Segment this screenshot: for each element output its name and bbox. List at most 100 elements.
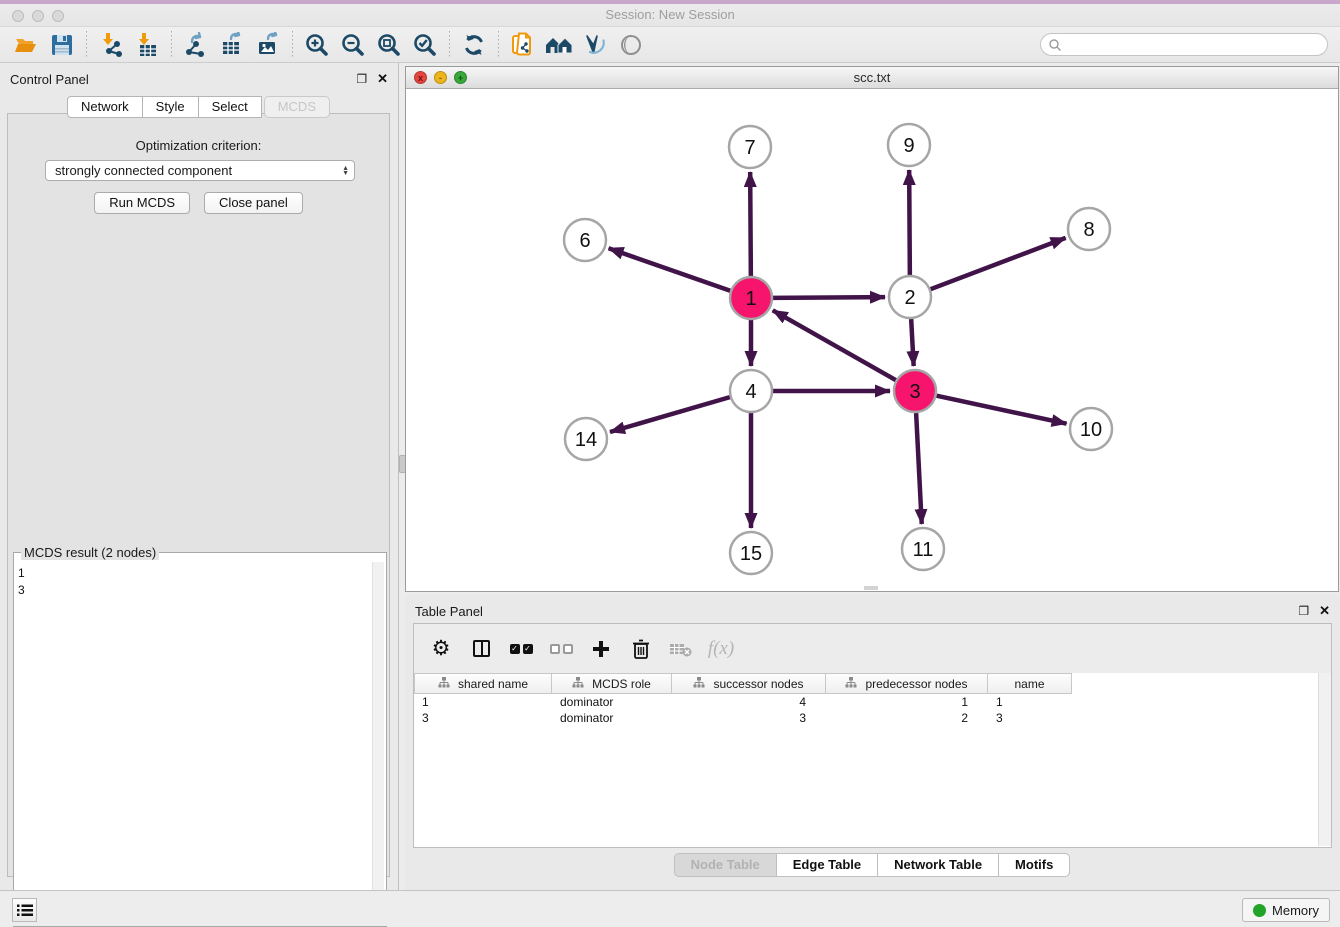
search-field[interactable] [1040, 33, 1328, 56]
show-columns-button[interactable] [468, 636, 494, 662]
table-cell[interactable]: 1 [988, 694, 1072, 710]
zoom-selected-button[interactable] [407, 29, 443, 61]
column-header-predecessor-nodes[interactable]: predecessor nodes [826, 673, 988, 694]
close-table-panel-icon[interactable]: ✕ [1319, 603, 1330, 619]
table-row[interactable]: 1dominator411 [414, 694, 1317, 710]
vizmapper-button[interactable] [577, 29, 613, 61]
table-scrollbar[interactable] [1318, 673, 1331, 846]
graph-node-7[interactable]: 7 [729, 126, 771, 168]
column-header-mcds-role[interactable]: MCDS role [552, 673, 672, 694]
network-frame-titlebar[interactable]: x - + scc.txt [406, 67, 1338, 89]
zoom-fit-button[interactable] [371, 29, 407, 61]
table-row[interactable]: 3dominator323 [414, 710, 1317, 726]
tab-edge-table[interactable]: Edge Table [776, 853, 878, 877]
network-canvas[interactable]: 1 2 3 4 6 7 8 9 10 11 14 15 [406, 89, 1338, 591]
graph-node-11[interactable]: 11 [902, 528, 944, 570]
vizmapper-icon [582, 32, 608, 58]
titlebar-accent-strip [0, 0, 1340, 4]
graph-edge-3-10[interactable] [937, 396, 1067, 424]
export-network-button[interactable] [178, 29, 214, 61]
table-options-button[interactable]: ⚙ [428, 636, 454, 662]
close-panel-icon[interactable]: ✕ [377, 71, 388, 87]
import-network-button[interactable] [93, 29, 129, 61]
delete-columns-button[interactable] [628, 636, 654, 662]
show-hide-panel-button[interactable] [613, 29, 649, 61]
graph-edge-2-9[interactable] [909, 170, 910, 275]
column-header-successor-nodes[interactable]: successor nodes [672, 673, 826, 694]
graph-edge-3-11[interactable] [916, 413, 922, 524]
graph-node-3[interactable]: 3 [894, 370, 936, 412]
memory-button[interactable]: Memory [1242, 898, 1330, 922]
mcds-result-area[interactable]: 1 3 [13, 552, 387, 927]
export-table-button[interactable] [214, 29, 250, 61]
tab-network[interactable]: Network [67, 96, 143, 118]
hierarchy-icon [693, 677, 705, 691]
column-header-name[interactable]: name [988, 673, 1072, 694]
graph-node-15[interactable]: 15 [730, 532, 772, 574]
tab-node-table[interactable]: Node Table [674, 853, 777, 877]
column-header-label: predecessor nodes [865, 677, 967, 691]
tab-network-table[interactable]: Network Table [877, 853, 999, 877]
column-header-label: shared name [458, 677, 528, 691]
table-cell[interactable]: 1 [826, 694, 988, 710]
tab-motifs[interactable]: Motifs [998, 853, 1070, 877]
export-image-button[interactable] [250, 29, 286, 61]
tab-mcds[interactable]: MCDS [264, 96, 330, 118]
toolbar-separator [449, 31, 450, 59]
graph-node-10[interactable]: 10 [1070, 408, 1112, 450]
graph-edge-3-1[interactable] [773, 310, 896, 380]
graph-edge-1-7[interactable] [750, 172, 751, 276]
table-cell[interactable]: 2 [826, 710, 988, 726]
graph-node-2[interactable]: 2 [889, 276, 931, 318]
search-input[interactable] [1062, 37, 1327, 52]
select-all-button[interactable]: ✓ ✓ [508, 636, 534, 662]
save-session-button[interactable] [44, 29, 80, 61]
graph-node-1[interactable]: 1 [730, 277, 772, 319]
svg-text:8: 8 [1083, 219, 1094, 241]
graph-edge-4-14[interactable] [610, 397, 730, 432]
criterion-dropdown[interactable]: strongly connected component ▲▼ [45, 160, 355, 181]
table-cell[interactable]: 3 [672, 710, 826, 726]
open-session-button[interactable] [8, 29, 44, 61]
table-cell[interactable]: 3 [988, 710, 1072, 726]
task-history-button[interactable] [12, 898, 37, 922]
graph-edge-2-3[interactable] [911, 319, 914, 366]
tab-select[interactable]: Select [198, 96, 262, 118]
close-panel-button[interactable]: Close panel [204, 192, 303, 214]
column-header-shared-name[interactable]: shared name [414, 673, 552, 694]
canvas-resize-grip[interactable] [864, 586, 878, 590]
graph-edge-1-6[interactable] [609, 248, 731, 290]
control-panel-tabs: NetworkStyleSelectMCDS [0, 96, 398, 118]
create-column-button[interactable] [588, 636, 614, 662]
column-header-label: MCDS role [592, 677, 651, 691]
table-cell[interactable]: 3 [414, 710, 552, 726]
table-cell[interactable]: dominator [552, 710, 672, 726]
graph-edge-2-8[interactable] [931, 238, 1066, 289]
result-scrollbar[interactable] [372, 562, 384, 924]
clone-network-button[interactable] [505, 29, 541, 61]
clone-network-icon [510, 32, 536, 58]
zoom-out-icon [340, 32, 366, 58]
unchecked-box-icon [563, 644, 573, 654]
open-browser-button[interactable] [541, 29, 577, 61]
zoom-out-button[interactable] [335, 29, 371, 61]
graph-edge-1-2[interactable] [773, 297, 885, 298]
zoom-in-button[interactable] [299, 29, 335, 61]
refresh-layout-button[interactable] [456, 29, 492, 61]
float-table-panel-icon[interactable]: ❐ [1298, 604, 1309, 618]
graph-node-6[interactable]: 6 [564, 219, 606, 261]
graph-node-14[interactable]: 14 [565, 418, 607, 460]
table-cell[interactable]: 4 [672, 694, 826, 710]
table-panel-title: Table Panel [415, 604, 483, 619]
graph-node-9[interactable]: 9 [888, 124, 930, 166]
float-panel-icon[interactable]: ❐ [356, 72, 367, 86]
run-mcds-button[interactable]: Run MCDS [94, 192, 190, 214]
table-cell[interactable]: dominator [552, 694, 672, 710]
graph-node-4[interactable]: 4 [730, 370, 772, 412]
import-table-button[interactable] [129, 29, 165, 61]
graph-node-8[interactable]: 8 [1068, 208, 1110, 250]
unselect-all-button[interactable] [548, 636, 574, 662]
table-cell[interactable]: 1 [414, 694, 552, 710]
export-network-icon [183, 32, 209, 58]
tab-style[interactable]: Style [142, 96, 199, 118]
